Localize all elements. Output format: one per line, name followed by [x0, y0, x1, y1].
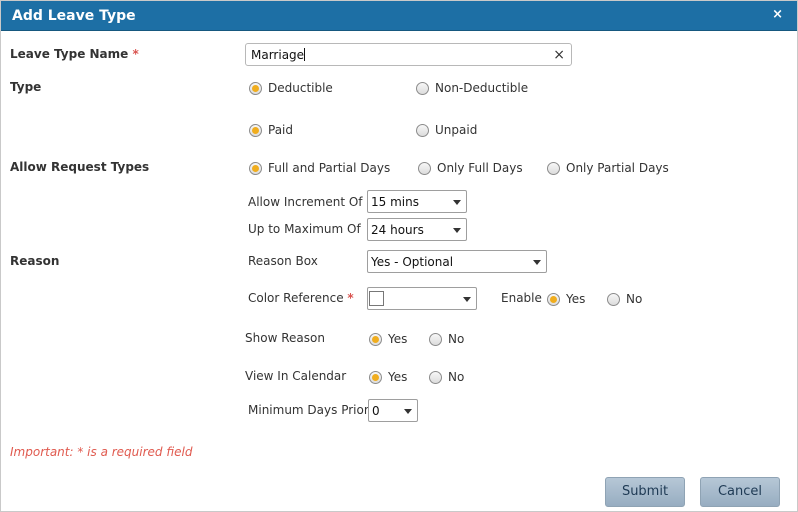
radio-unpaid[interactable]: Unpaid [416, 123, 477, 137]
radio-show-reason-yes[interactable]: Yes [369, 332, 407, 346]
radio-checked-icon [547, 292, 560, 306]
view-in-calendar-label: View In Calendar [245, 369, 347, 383]
radio-unpaid-label: Unpaid [435, 123, 478, 137]
radio-unchecked-icon [429, 332, 442, 346]
chevron-down-icon [453, 228, 461, 233]
minimum-days-prior-value: 0 [372, 404, 380, 418]
allow-request-types-label: Allow Request Types [10, 160, 150, 174]
radio-paid[interactable]: Paid [249, 123, 293, 137]
chevron-down-icon [533, 260, 541, 265]
type-label: Type [10, 80, 42, 94]
dialog-titlebar: Add Leave Type × [1, 1, 797, 31]
radio-unchecked-icon [607, 292, 620, 306]
required-field-note: Important: * is a required field [10, 445, 193, 459]
submit-button[interactable]: Submit [605, 477, 685, 507]
text-caret [304, 48, 306, 61]
reason-box-select[interactable]: Yes - Optional [367, 250, 547, 273]
required-mark: * [347, 291, 354, 305]
cancel-button[interactable]: Cancel [700, 477, 780, 507]
radio-paid-label: Paid [268, 123, 294, 137]
reason-box-label: Reason Box [248, 254, 318, 268]
radio-checked-icon [369, 370, 382, 384]
radio-enable-no-label: No [626, 292, 643, 306]
dialog-title: Add Leave Type [12, 8, 136, 24]
radio-non-deductible-label: Non-Deductible [435, 81, 529, 95]
radio-only-full-days[interactable]: Only Full Days [418, 161, 523, 175]
radio-show-reason-no-label: No [448, 332, 465, 346]
radio-unchecked-icon [418, 161, 431, 175]
up-to-maximum-select[interactable]: 24 hours [367, 218, 467, 241]
allow-increment-value: 15 mins [371, 195, 419, 209]
allow-increment-select[interactable]: 15 mins [367, 190, 467, 213]
leave-type-name-label: Leave Type Name * [10, 47, 139, 61]
radio-enable-yes-label: Yes [566, 292, 586, 306]
radio-only-partial-days-label: Only Partial Days [566, 161, 669, 175]
radio-non-deductible[interactable]: Non-Deductible [416, 81, 528, 95]
radio-show-reason-no[interactable]: No [429, 332, 464, 346]
radio-unchecked-icon [429, 370, 442, 384]
color-swatch [369, 291, 384, 306]
reason-box-value: Yes - Optional [371, 255, 454, 269]
show-reason-label: Show Reason [245, 331, 325, 345]
chevron-down-icon [453, 200, 461, 205]
close-icon[interactable]: × [772, 7, 783, 22]
chevron-down-icon [463, 297, 471, 302]
radio-enable-yes[interactable]: Yes [547, 292, 585, 306]
add-leave-type-dialog: Add Leave Type × Leave Type Name * Marri… [0, 0, 798, 512]
color-reference-label-text: Color Reference [248, 291, 344, 305]
radio-unchecked-icon [416, 81, 429, 95]
radio-checked-icon [369, 332, 382, 346]
radio-full-and-partial-days-label: Full and Partial Days [268, 161, 391, 175]
minimum-days-prior-label: Minimum Days Prior [248, 403, 369, 417]
enable-label: Enable [501, 291, 542, 305]
required-mark: * [132, 47, 139, 61]
leave-type-name-value: Marriage [251, 48, 306, 62]
radio-checked-icon [249, 123, 262, 137]
color-reference-label: Color Reference * [248, 291, 354, 305]
radio-checked-icon [249, 81, 262, 95]
radio-unchecked-icon [547, 161, 560, 175]
radio-unchecked-icon [416, 123, 429, 137]
radio-enable-no[interactable]: No [607, 292, 642, 306]
leave-type-name-label-text: Leave Type Name [10, 47, 129, 61]
minimum-days-prior-select[interactable]: 0 [368, 399, 418, 422]
clear-icon[interactable]: × [553, 47, 565, 63]
radio-show-reason-yes-label: Yes [388, 332, 408, 346]
reason-label: Reason [10, 254, 60, 268]
radio-only-full-days-label: Only Full Days [437, 161, 523, 175]
allow-increment-label: Allow Increment Of [248, 195, 363, 209]
radio-view-in-calendar-no[interactable]: No [429, 370, 464, 384]
radio-view-in-calendar-yes[interactable]: Yes [369, 370, 407, 384]
radio-deductible-label: Deductible [268, 81, 333, 95]
chevron-down-icon [404, 409, 412, 414]
up-to-maximum-label: Up to Maximum Of [248, 222, 361, 236]
up-to-maximum-value: 24 hours [371, 223, 424, 237]
leave-type-name-input[interactable]: Marriage × [245, 43, 572, 66]
color-reference-select[interactable] [367, 287, 477, 310]
radio-checked-icon [249, 161, 262, 175]
radio-only-partial-days[interactable]: Only Partial Days [547, 161, 669, 175]
radio-deductible[interactable]: Deductible [249, 81, 333, 95]
radio-full-and-partial-days[interactable]: Full and Partial Days [249, 161, 390, 175]
leave-type-name-value-text: Marriage [251, 48, 305, 62]
radio-view-in-calendar-no-label: No [448, 370, 465, 384]
radio-view-in-calendar-yes-label: Yes [388, 370, 408, 384]
